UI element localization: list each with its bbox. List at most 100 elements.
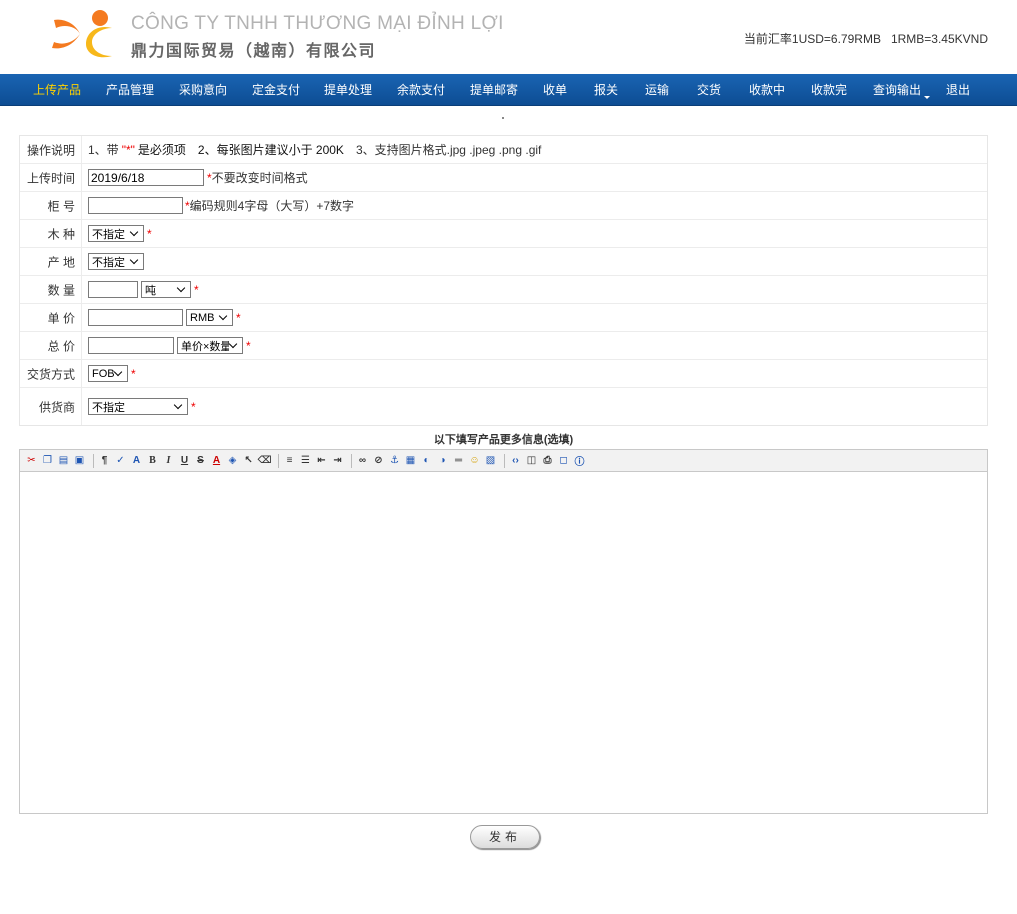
toolbar-separator bbox=[504, 453, 505, 468]
chevron-down-icon bbox=[924, 96, 931, 99]
currency-select[interactable]: RMB bbox=[186, 309, 233, 326]
nav-item-bill-processing[interactable]: 提单处理 bbox=[324, 74, 372, 106]
nav-item-product-management[interactable]: 产品管理 bbox=[106, 74, 154, 106]
form-row-quantity: 数 量 吨 * bbox=[20, 276, 987, 304]
nav-item-upload-product[interactable]: 上传产品 bbox=[33, 74, 81, 106]
nav-item-logout[interactable]: 退出 bbox=[946, 74, 970, 106]
table-icon[interactable]: ▧ bbox=[484, 454, 497, 467]
link-icon[interactable]: ∞ bbox=[356, 454, 369, 467]
nav-item-transport[interactable]: 运输 bbox=[645, 74, 669, 106]
source-icon[interactable]: ‹› bbox=[509, 454, 522, 467]
field-value: 单价×数量 * bbox=[88, 332, 251, 359]
italic-icon[interactable]: I bbox=[162, 454, 175, 467]
field-value: 不指定 * bbox=[88, 220, 152, 247]
unit-price-input[interactable] bbox=[88, 309, 183, 326]
form-row-container-no: 柜 号 * 编码规则4字母（大写）+7数字 bbox=[20, 192, 987, 220]
font-size-icon[interactable]: A bbox=[130, 454, 143, 467]
wood-type-select[interactable]: 不指定 bbox=[88, 225, 144, 242]
instructions-text: 1、带 "*" 是必须项 2、每张图片建议小于 200K 3、支持图片格式.jp… bbox=[88, 136, 541, 163]
upload-time-input[interactable] bbox=[88, 169, 204, 186]
field-value: 吨 * bbox=[88, 276, 199, 303]
emoticon-icon[interactable]: ☺ bbox=[468, 454, 481, 467]
about-icon[interactable]: ⓘ bbox=[573, 454, 586, 468]
chevron-down-icon bbox=[219, 315, 229, 321]
indent-icon[interactable]: ⇥ bbox=[331, 454, 344, 467]
field-label: 上传时间 bbox=[20, 164, 82, 191]
instr-1-prefix: 1、带 bbox=[88, 143, 119, 157]
nav-item-delivery[interactable]: 交货 bbox=[697, 74, 721, 106]
supplier-select[interactable]: 不指定 bbox=[88, 398, 188, 415]
nav-item-query-export[interactable]: 查询输出 bbox=[873, 74, 931, 106]
fullscreen-icon[interactable]: ◻ bbox=[557, 454, 570, 467]
instr-3: 3、支持图片格式.jpg .jpeg .png .gif bbox=[355, 143, 542, 157]
rate-vnd: 1RMB=3.45KVND bbox=[890, 32, 988, 46]
exchange-rate: 当前汇率1USD=6.79RMB 1RMB=3.45KVND bbox=[744, 30, 988, 47]
chevron-down-icon bbox=[174, 404, 184, 410]
instr-1-star: "*" bbox=[121, 142, 135, 157]
paste-icon[interactable]: ▤ bbox=[57, 454, 70, 467]
bg-color-icon[interactable]: ◈ bbox=[226, 454, 239, 467]
field-label: 木 种 bbox=[20, 220, 82, 247]
nav-item-balance-payment[interactable]: 余款支付 bbox=[397, 74, 445, 106]
delivery-select[interactable]: FOB bbox=[88, 365, 128, 382]
form-row-wood-type: 木 种 不指定 * bbox=[20, 220, 987, 248]
form-row-upload-time: 上传时间 *不要改变时间格式 bbox=[20, 164, 987, 192]
preview-icon[interactable]: ◫ bbox=[525, 454, 538, 467]
paste-word-icon[interactable]: ▣ bbox=[73, 454, 86, 467]
image-icon[interactable]: ▦ bbox=[404, 454, 417, 467]
ordered-list-icon[interactable]: ☰ bbox=[299, 454, 312, 467]
upload-time-hint: 不要改变时间格式 bbox=[211, 171, 308, 185]
align-icon[interactable]: ≡ bbox=[283, 454, 296, 467]
font-color-icon[interactable]: A bbox=[210, 454, 223, 467]
cut-icon[interactable]: ✂ bbox=[25, 454, 38, 467]
publish-button[interactable]: 发布 bbox=[470, 825, 540, 849]
nav-item-bill-mailing[interactable]: 提单邮寄 bbox=[470, 74, 518, 106]
nav-item-collected[interactable]: 收款完 bbox=[811, 74, 847, 106]
flash-icon[interactable]: ◐ bbox=[420, 454, 433, 467]
nav-item-customs[interactable]: 报关 bbox=[594, 74, 618, 106]
nav-item-deposit-payment[interactable]: 定金支付 bbox=[252, 74, 300, 106]
field-value: *不要改变时间格式 bbox=[88, 164, 308, 191]
eraser-icon[interactable]: ⌫ bbox=[257, 454, 271, 467]
more-info-title: 以下填写产品更多信息(选填) bbox=[433, 434, 574, 446]
total-calc-select[interactable]: 单价×数量 bbox=[177, 337, 243, 354]
upload-form: 操作说明 1、带 "*" 是必须项 2、每张图片建议小于 200K 3、支持图片… bbox=[19, 135, 988, 426]
field-label: 操作说明 bbox=[20, 136, 82, 163]
origin-select[interactable]: 不指定 bbox=[88, 253, 144, 270]
container-no-input[interactable] bbox=[88, 197, 183, 214]
toolbar-separator bbox=[93, 453, 94, 468]
spellcheck-icon[interactable]: ✓ bbox=[114, 454, 127, 467]
field-label: 总 价 bbox=[20, 332, 82, 359]
copy-icon[interactable]: ❐ bbox=[41, 454, 54, 467]
select-icon[interactable]: ↖ bbox=[242, 454, 255, 467]
print-icon[interactable]: ⎙ bbox=[541, 454, 554, 467]
unlink-icon[interactable]: ⊘ bbox=[372, 454, 385, 467]
media-icon[interactable]: ◑ bbox=[436, 454, 449, 467]
outdent-icon[interactable]: ⇤ bbox=[315, 454, 328, 467]
company-name-en: CÔNG TY TNHH THƯƠNG MẠI ĐỈNH LỢI bbox=[131, 13, 504, 34]
toolbar-separator bbox=[351, 453, 352, 468]
required-mark: * bbox=[131, 366, 136, 381]
chevron-down-icon bbox=[130, 259, 140, 265]
nav-item-collecting[interactable]: 收款中 bbox=[749, 74, 785, 106]
format-icon[interactable]: ¶ bbox=[98, 454, 111, 467]
bold-icon[interactable]: B bbox=[146, 454, 159, 467]
form-row-instructions: 操作说明 1、带 "*" 是必须项 2、每张图片建议小于 200K 3、支持图片… bbox=[20, 136, 987, 164]
nav-item-receive-bill[interactable]: 收单 bbox=[543, 74, 567, 106]
field-label: 产 地 bbox=[20, 248, 82, 275]
field-value: * 编码规则4字母（大写）+7数字 bbox=[88, 192, 354, 219]
anchor-icon[interactable]: ⚓ bbox=[388, 454, 401, 467]
quantity-unit-select[interactable]: 吨 bbox=[141, 281, 191, 298]
total-price-input[interactable] bbox=[88, 337, 174, 354]
toolbar-separator bbox=[278, 453, 279, 468]
nav-item-purchase-intent[interactable]: 采购意向 bbox=[179, 74, 227, 106]
underline-icon[interactable]: U bbox=[178, 454, 191, 467]
hr-icon[interactable]: ═ bbox=[452, 454, 465, 467]
editor-content-area[interactable] bbox=[20, 472, 987, 813]
rate-label: 当前汇率 bbox=[743, 32, 792, 46]
chevron-down-icon bbox=[177, 287, 187, 293]
nav-item-query-export-label: 查询输出 bbox=[873, 83, 922, 97]
strike-icon[interactable]: S bbox=[194, 454, 207, 467]
quantity-input[interactable] bbox=[88, 281, 138, 298]
main-nav: 上传产品 产品管理 采购意向 定金支付 提单处理 余款支付 提单邮寄 收单 报关… bbox=[0, 74, 1017, 106]
